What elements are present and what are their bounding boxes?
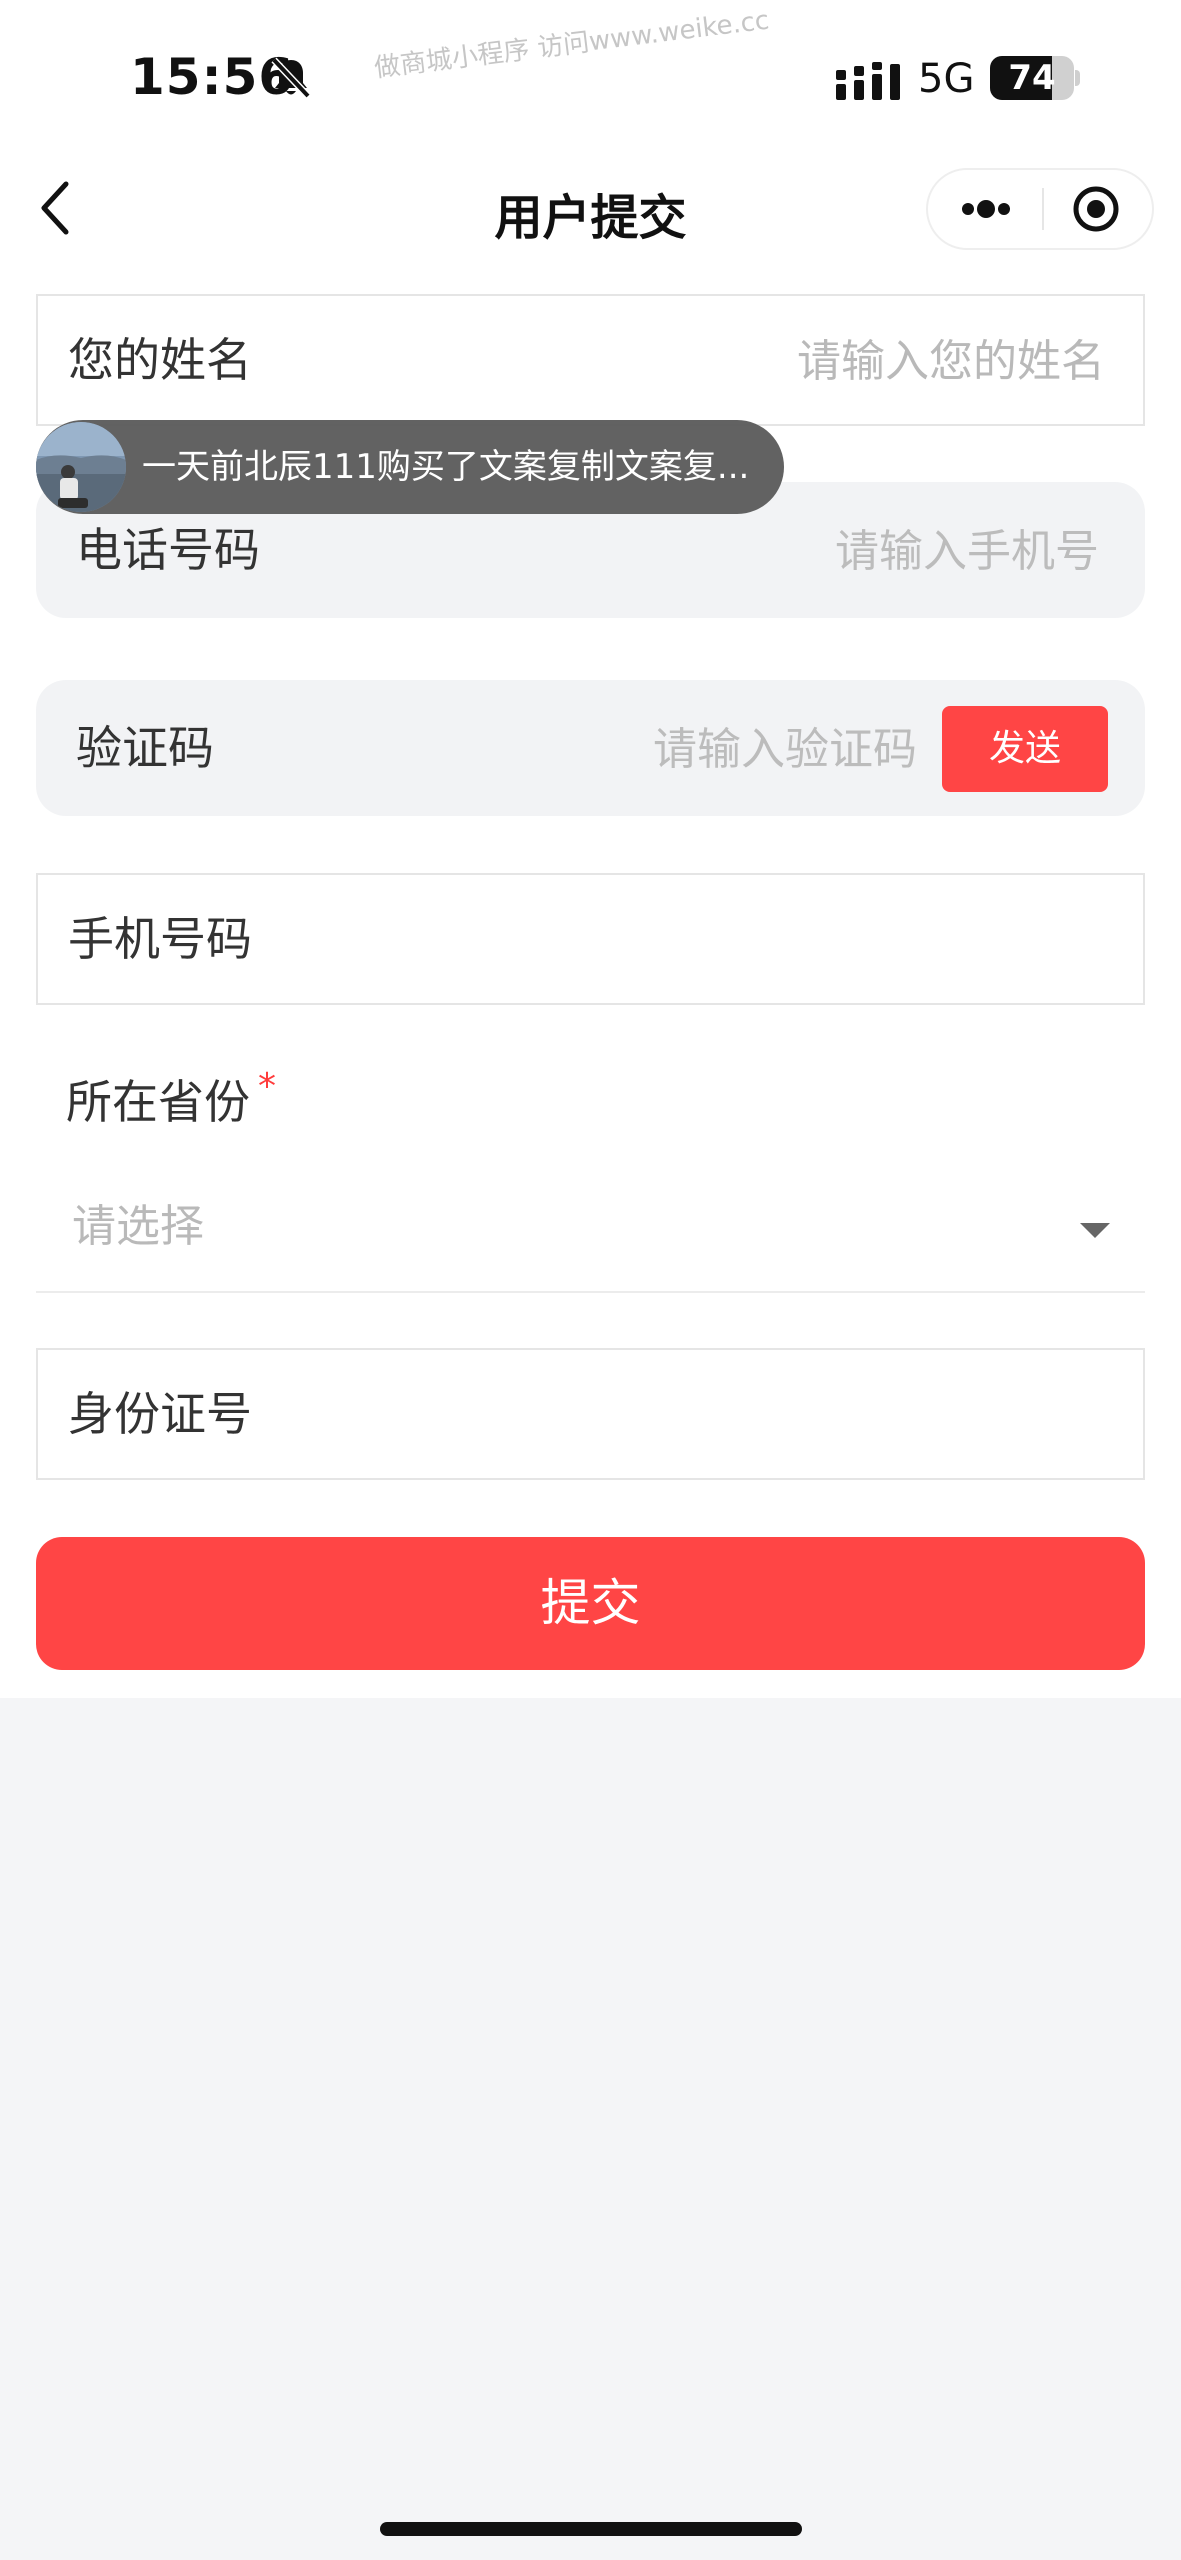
signal-bars-icon [836,62,900,100]
province-label-text: 所在省份 [66,1075,250,1129]
code-field: 验证码 发送 [36,680,1145,818]
name-label: 您的姓名 [68,333,252,387]
purchase-toast: 一天前北辰111购买了文案复制文案复... [36,420,784,514]
bell-muted-icon [271,57,311,99]
province-select[interactable]: 请选择 [36,1172,1145,1292]
target-circle-icon[interactable] [1044,170,1152,248]
toast-text: 一天前北辰111购买了文案复制文案复... [142,447,750,487]
province-label: 所在省份 * [66,1066,276,1132]
battery-tip [1075,70,1080,86]
battery-indicator: 74 [990,56,1074,100]
user-avatar [36,422,126,512]
submit-button[interactable]: 提交 [36,1537,1145,1670]
name-field: 您的姓名 [36,294,1145,426]
province-placeholder: 请选择 [72,1201,204,1252]
more-dots-icon[interactable] [928,170,1041,248]
province-divider [36,1291,1145,1293]
mobile-input[interactable] [343,875,1107,1005]
send-code-button[interactable]: 发送 [942,706,1108,792]
code-input[interactable] [355,680,919,818]
name-input[interactable] [503,296,1107,426]
battery-level: 74 [1008,58,1056,98]
id-number-input[interactable] [343,1350,1107,1480]
mobile-field: 手机号码 [36,873,1145,1005]
network-label: 5G [918,56,975,102]
code-label: 验证码 [76,721,214,775]
caret-down-icon [1080,1223,1110,1238]
required-mark: * [258,1066,276,1107]
id-number-label: 身份证号 [68,1387,252,1441]
home-indicator [380,2522,802,2536]
menu-capsule [926,168,1154,250]
id-number-field: 身份证号 [36,1348,1145,1480]
mobile-label: 手机号码 [68,912,252,966]
